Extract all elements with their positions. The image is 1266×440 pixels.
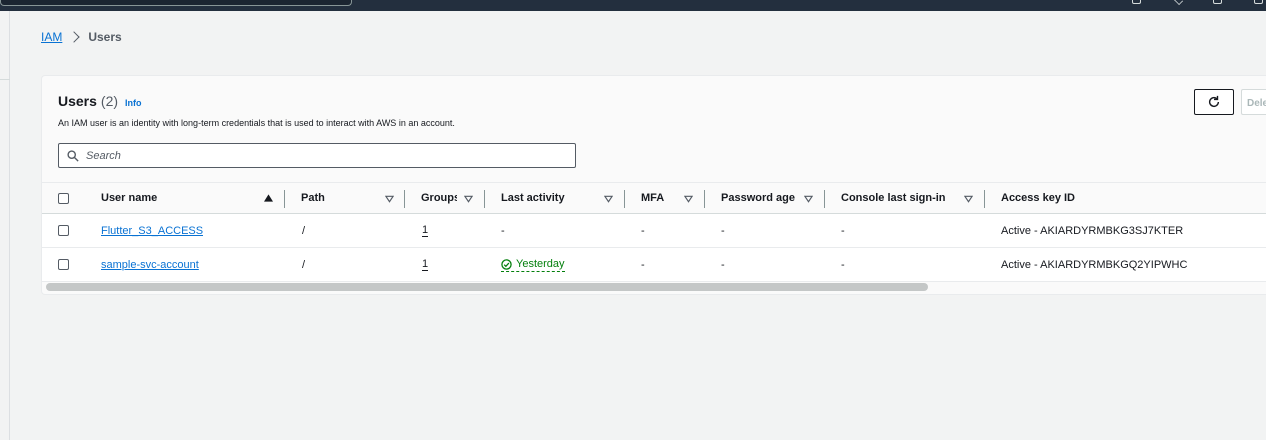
table-row[interactable]: Flutter_S3_ACCESS / 1 - - - - Active - A… [42, 214, 1266, 248]
last-activity-status[interactable]: Yesterday [501, 258, 565, 272]
column-header-groups[interactable]: Groups [421, 183, 457, 213]
row-checkbox[interactable] [58, 225, 69, 236]
column-header-last-activity[interactable]: Last activity [501, 183, 601, 213]
column-divider[interactable] [484, 190, 485, 208]
panel-description: An IAM user is an identity with long-ter… [58, 118, 455, 128]
path-cell: / [302, 224, 306, 237]
side-navigation-collapsed [0, 11, 10, 440]
console-last-sign-in-cell: - [841, 224, 845, 237]
row-checkbox-cell [58, 248, 69, 281]
status-positive-icon [501, 258, 512, 270]
mfa-cell: - [641, 224, 645, 237]
column-header-user-name[interactable]: User name [101, 183, 261, 213]
table-header: User name Path Groups Last activity MFA … [42, 182, 1266, 214]
users-table: User name Path Groups Last activity MFA … [42, 182, 1266, 282]
column-divider[interactable] [624, 190, 625, 208]
cloudshell-icon[interactable] [1132, 0, 1141, 4]
access-key-id-cell: Active - AKIARDYRMBKG3SJ7KTER [1001, 224, 1184, 237]
panel-title: Users (2) Info [58, 93, 142, 109]
table-row[interactable]: sample-svc-account / 1 Yesterday - - - A… [42, 248, 1266, 282]
breadcrumb-iam-link[interactable]: IAM [41, 30, 62, 44]
sort-icon[interactable] [804, 195, 813, 203]
column-divider[interactable] [824, 190, 825, 208]
nav-divider [0, 79, 10, 80]
column-header-mfa[interactable]: MFA [641, 183, 681, 213]
path-cell: / [302, 258, 306, 271]
breadcrumb: IAM Users [41, 29, 122, 45]
groups-count[interactable]: 1 [422, 224, 429, 237]
column-header-access-key-id[interactable]: Access key ID [1001, 183, 1201, 213]
column-divider[interactable] [404, 190, 405, 208]
search-field[interactable] [58, 143, 576, 168]
panel-title-text: Users [58, 93, 97, 109]
delete-button[interactable]: Delete [1241, 89, 1266, 115]
sort-icon[interactable] [604, 195, 613, 203]
top-navigation-bar [0, 0, 1266, 11]
column-header-console-last-sign-in[interactable]: Console last sign-in [841, 183, 961, 213]
info-link[interactable]: Info [125, 98, 142, 108]
last-activity-cell: - [501, 224, 505, 237]
help-icon[interactable] [1213, 0, 1222, 4]
select-all-checkbox-cell [58, 183, 69, 213]
sort-icon[interactable] [684, 195, 693, 203]
notifications-icon[interactable] [1173, 0, 1184, 6]
users-panel: Users (2) Info An IAM user is an identit… [41, 75, 1266, 295]
column-divider[interactable] [984, 190, 985, 208]
column-header-path[interactable]: Path [301, 183, 381, 213]
console-last-sign-in-cell: - [841, 258, 845, 271]
row-checkbox-cell [58, 214, 69, 247]
settings-icon[interactable] [1254, 0, 1263, 4]
chevron-right-icon [68, 31, 81, 43]
column-divider[interactable] [284, 190, 285, 208]
breadcrumb-current: Users [88, 30, 122, 44]
search-icon [67, 149, 79, 162]
refresh-button[interactable] [1194, 89, 1234, 115]
user-name-link[interactable]: Flutter_S3_ACCESS [101, 225, 203, 237]
user-name-link[interactable]: sample-svc-account [101, 259, 199, 271]
refresh-icon [1208, 95, 1220, 108]
sort-ascending-icon[interactable] [264, 194, 273, 202]
horizontal-scrollbar[interactable] [46, 283, 928, 291]
password-age-cell: - [721, 258, 725, 271]
sort-icon[interactable] [964, 195, 973, 203]
groups-count[interactable]: 1 [422, 258, 429, 271]
row-checkbox[interactable] [58, 259, 69, 270]
access-key-id-cell: Active - AKIARDYRMBKGQ2YIPWHC [1001, 258, 1188, 271]
sort-icon[interactable] [464, 195, 473, 203]
column-header-password-age[interactable]: Password age [721, 183, 811, 213]
column-divider[interactable] [704, 190, 705, 208]
select-all-checkbox[interactable] [58, 192, 69, 204]
sort-icon[interactable] [385, 195, 394, 203]
last-activity-text: Yesterday [516, 257, 565, 270]
users-count: (2) [100, 93, 119, 109]
global-search-field[interactable] [0, 0, 352, 6]
mfa-cell: - [641, 258, 645, 271]
search-input[interactable] [86, 149, 566, 162]
password-age-cell: - [721, 224, 725, 237]
